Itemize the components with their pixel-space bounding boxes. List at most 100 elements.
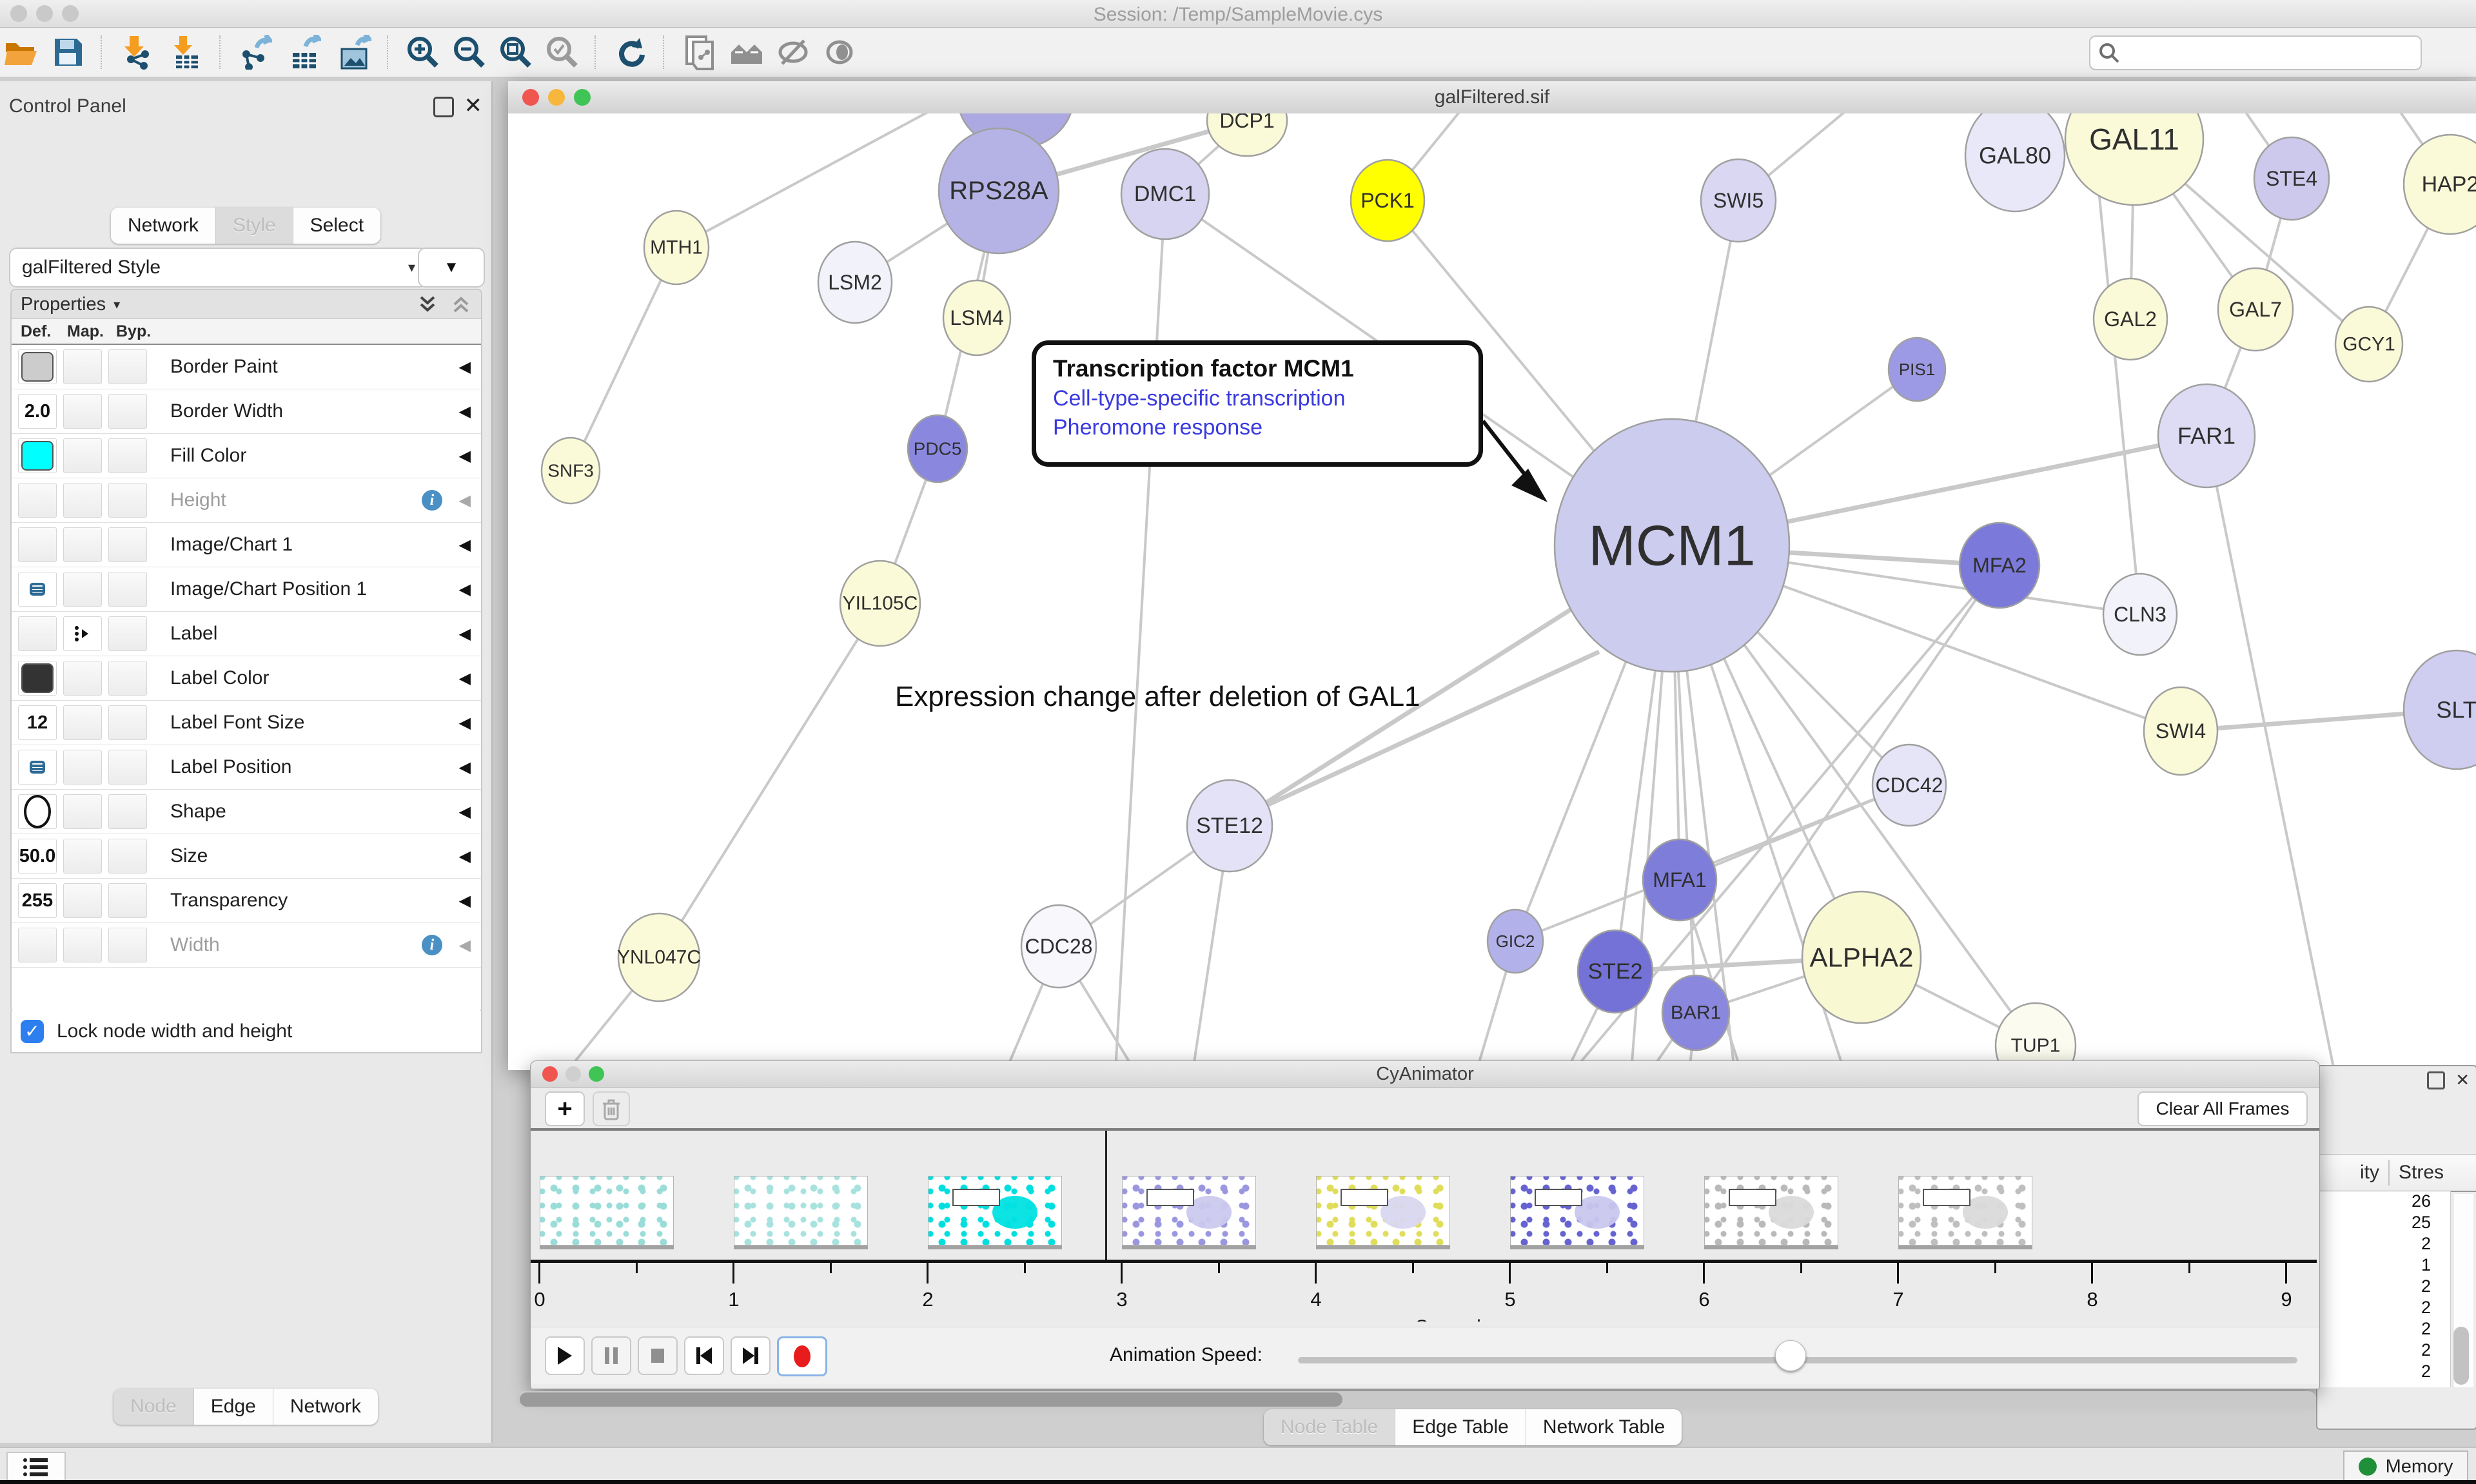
export-image-icon[interactable] — [337, 34, 373, 70]
close-panel-icon[interactable]: ✕ — [2455, 1071, 2470, 1089]
expand-property-icon[interactable]: ◀ — [459, 536, 471, 554]
record-button[interactable] — [777, 1336, 827, 1376]
expand-property-icon[interactable]: ◀ — [459, 936, 471, 955]
tab-network-table[interactable]: Network Table — [1526, 1409, 1682, 1445]
mapping-cell[interactable] — [63, 394, 102, 429]
node-pdc5[interactable]: PDC5 — [908, 415, 967, 482]
node-gal7[interactable]: GAL7 — [2218, 268, 2293, 351]
expand-property-icon[interactable]: ◀ — [459, 669, 471, 688]
node-ste2[interactable]: STE2 — [1578, 930, 1653, 1013]
default-value-cell[interactable] — [18, 794, 57, 829]
node-rps28a[interactable]: RPS28A — [939, 128, 1059, 253]
expand-property-icon[interactable]: ◀ — [459, 625, 471, 643]
bypass-cell[interactable] — [108, 527, 147, 562]
annotation-link[interactable]: Pheromone response — [1053, 415, 1462, 440]
horizontal-scrollbar-thumb[interactable] — [520, 1392, 1342, 1407]
mapping-cell[interactable] — [63, 883, 102, 918]
node-alpha2[interactable]: ALPHA2 — [1802, 892, 1921, 1023]
expand-all-icon[interactable] — [417, 293, 438, 315]
mapping-cell[interactable] — [63, 438, 102, 473]
float-panel-icon[interactable] — [433, 97, 454, 117]
mapping-cell[interactable] — [63, 483, 102, 518]
bypass-cell[interactable] — [108, 928, 147, 962]
bypass-cell[interactable] — [108, 572, 147, 607]
expand-property-icon[interactable]: ◀ — [459, 803, 471, 821]
default-value-cell[interactable] — [18, 661, 57, 696]
table-row[interactable]: 1 — [2317, 1255, 2450, 1276]
tab-edge[interactable]: Edge — [194, 1389, 273, 1425]
expand-property-icon[interactable]: ◀ — [459, 447, 471, 465]
frame-thumbnail-3[interactable] — [928, 1176, 1062, 1245]
clear-all-frames-button[interactable]: Clear All Frames — [2137, 1091, 2308, 1126]
table-row[interactable]: 2 — [2317, 1298, 2450, 1319]
default-value-cell[interactable] — [18, 616, 57, 651]
mapping-cell[interactable] — [63, 794, 102, 829]
expand-property-icon[interactable]: ◀ — [459, 402, 471, 421]
table-row[interactable]: 2 — [2317, 1276, 2450, 1298]
table-rows[interactable]: 26252122222 — [2317, 1191, 2451, 1387]
style-options-button[interactable]: ▼ — [418, 248, 485, 288]
bypass-cell[interactable] — [108, 750, 147, 785]
default-value-cell[interactable] — [18, 928, 57, 962]
tab-network[interactable]: Network — [273, 1389, 378, 1425]
property-row-border-paint[interactable]: Border Paint◀ — [12, 345, 481, 389]
float-panel-icon[interactable] — [2427, 1071, 2445, 1089]
tab-select[interactable]: Select — [293, 208, 380, 244]
node-mfa1[interactable]: MFA1 — [1643, 839, 1716, 921]
close-panel-icon[interactable]: ✕ — [464, 93, 483, 119]
default-value-cell[interactable] — [18, 750, 57, 785]
property-row-label-font-size[interactable]: 12Label Font Size◀ — [12, 701, 481, 745]
zoom-selected-icon[interactable] — [544, 34, 580, 70]
node-pis1[interactable]: PIS1 — [1889, 338, 1945, 401]
node-dcp1[interactable]: DCP1 — [1207, 113, 1287, 156]
tab-style[interactable]: Style — [216, 208, 293, 244]
open-session-icon[interactable] — [4, 34, 40, 70]
tab-edge-table[interactable]: Edge Table — [1395, 1409, 1526, 1445]
frame-thumbnail-2[interactable] — [734, 1176, 868, 1245]
bypass-cell[interactable] — [108, 883, 147, 918]
node-cdc28[interactable]: CDC28 — [1021, 905, 1096, 988]
node-lsm2[interactable]: LSM2 — [818, 242, 892, 323]
annotation-link[interactable]: Cell-type-specific transcription — [1053, 386, 1462, 411]
node-gic2[interactable]: GIC2 — [1488, 910, 1543, 973]
bypass-cell[interactable] — [108, 616, 147, 651]
table-row[interactable]: 2 — [2317, 1234, 2450, 1255]
default-value-cell[interactable]: 50.0 — [18, 839, 57, 874]
style-selector[interactable]: galFiltered Style ▾ — [9, 248, 428, 288]
node-pck1[interactable]: PCK1 — [1351, 160, 1424, 241]
node-gal80[interactable]: GAL80 — [1965, 113, 2065, 211]
bypass-cell[interactable] — [108, 794, 147, 829]
memory-button[interactable]: Memory — [2343, 1450, 2468, 1483]
node-mcm1[interactable]: MCM1 — [1555, 419, 1789, 672]
node-hap2[interactable]: HAP2 — [2404, 135, 2476, 234]
frame-thumbnail-8[interactable] — [1898, 1176, 2032, 1245]
table-row[interactable]: 2 — [2317, 1319, 2450, 1340]
node-swi5[interactable]: SWI5 — [1701, 159, 1776, 242]
property-row-height[interactable]: Heighti◀ — [12, 478, 481, 523]
expand-property-icon[interactable]: ◀ — [459, 358, 471, 376]
expand-property-icon[interactable]: ◀ — [459, 714, 471, 732]
node-slt[interactable]: SLT — [2404, 650, 2476, 769]
refresh-view-icon[interactable] — [613, 34, 649, 70]
node-gcy1[interactable]: GCY1 — [2335, 307, 2402, 382]
pause-button[interactable] — [591, 1336, 631, 1375]
add-frame-button[interactable]: + — [545, 1091, 585, 1126]
default-value-cell[interactable]: 255 — [18, 883, 57, 918]
property-row-image-chart-position-1[interactable]: Image/Chart Position 1◀ — [12, 567, 481, 612]
info-icon[interactable]: i — [422, 935, 442, 955]
table-row[interactable]: 26 — [2317, 1191, 2450, 1213]
mapping-cell[interactable] — [63, 527, 102, 562]
zoom-out-icon[interactable] — [451, 34, 487, 70]
duplicate-network-icon[interactable] — [682, 34, 718, 70]
node-cln3[interactable]: CLN3 — [2103, 574, 2177, 655]
skip-to-start-button[interactable] — [684, 1336, 724, 1375]
frame-thumbnail-5[interactable] — [1316, 1176, 1450, 1245]
stop-button[interactable] — [638, 1336, 678, 1375]
node-mth1[interactable]: MTH1 — [644, 211, 709, 284]
default-value-cell[interactable]: 12 — [18, 705, 57, 740]
network-canvas[interactable]: RPS28ADCP1DMC1PCK1MTH1LSM2LSM4SNF3PDC5YI… — [508, 113, 2476, 1070]
bypass-cell[interactable] — [108, 483, 147, 518]
node-yil105c[interactable]: YIL105C — [840, 561, 920, 646]
default-value-cell[interactable]: 2.0 — [18, 394, 57, 429]
table-scrollbar[interactable] — [2454, 1194, 2473, 1387]
